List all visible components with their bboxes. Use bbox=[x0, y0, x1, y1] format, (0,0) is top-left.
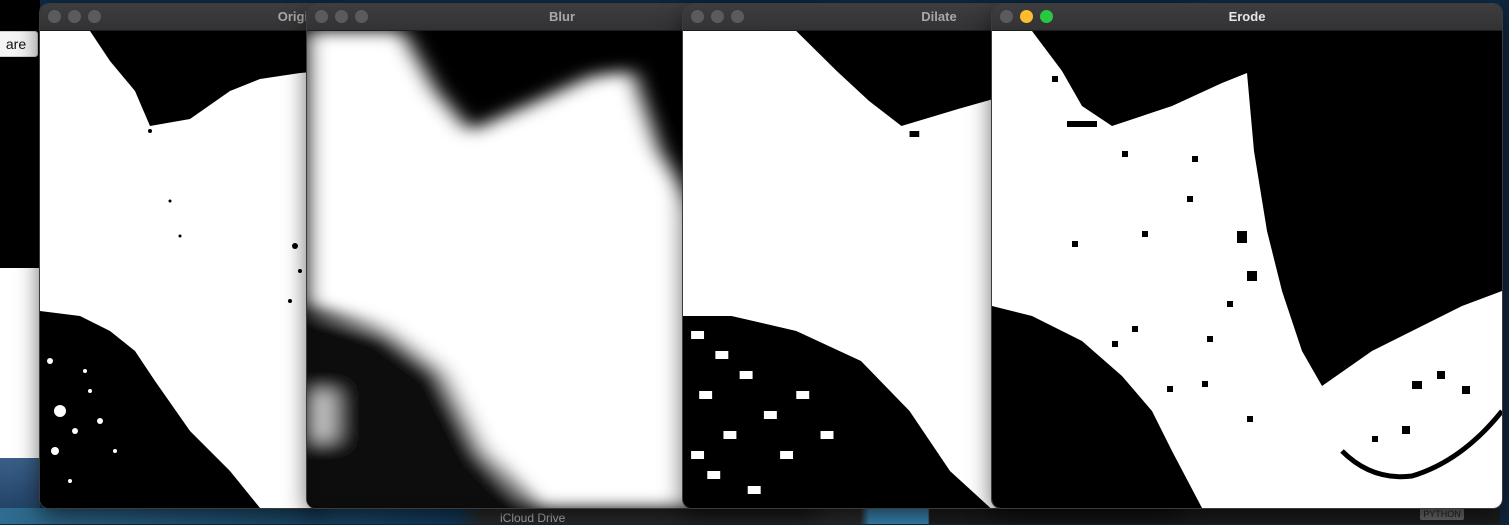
background-window-fragment bbox=[0, 268, 40, 458]
window-title: Erode bbox=[1228, 9, 1266, 24]
finder-sidebar-icloud[interactable]: iCloud Drive bbox=[500, 511, 565, 525]
close-icon[interactable] bbox=[691, 10, 704, 23]
minimize-icon[interactable] bbox=[1020, 10, 1033, 23]
zoom-icon[interactable] bbox=[1040, 10, 1053, 23]
window-erode[interactable]: Erode bbox=[992, 4, 1502, 508]
titlebar[interactable]: Erode bbox=[992, 4, 1502, 31]
window-original[interactable]: Origin bbox=[40, 4, 324, 508]
dock-area bbox=[0, 508, 1509, 524]
zoom-icon[interactable] bbox=[355, 10, 368, 23]
window-title: Dilate bbox=[921, 9, 957, 24]
window-title: Blur bbox=[549, 9, 575, 24]
binary-mask-image bbox=[40, 31, 324, 508]
minimize-icon[interactable] bbox=[68, 10, 81, 23]
close-icon[interactable] bbox=[315, 10, 328, 23]
eroded-mask-image bbox=[992, 31, 1502, 508]
close-icon[interactable] bbox=[48, 10, 61, 23]
minimize-icon[interactable] bbox=[335, 10, 348, 23]
titlebar[interactable]: Origin bbox=[40, 4, 324, 31]
python-tag: PYTHON bbox=[1420, 508, 1464, 520]
close-icon[interactable] bbox=[1000, 10, 1013, 23]
share-button[interactable]: are bbox=[0, 31, 38, 57]
zoom-icon[interactable] bbox=[88, 10, 101, 23]
zoom-icon[interactable] bbox=[731, 10, 744, 23]
minimize-icon[interactable] bbox=[711, 10, 724, 23]
